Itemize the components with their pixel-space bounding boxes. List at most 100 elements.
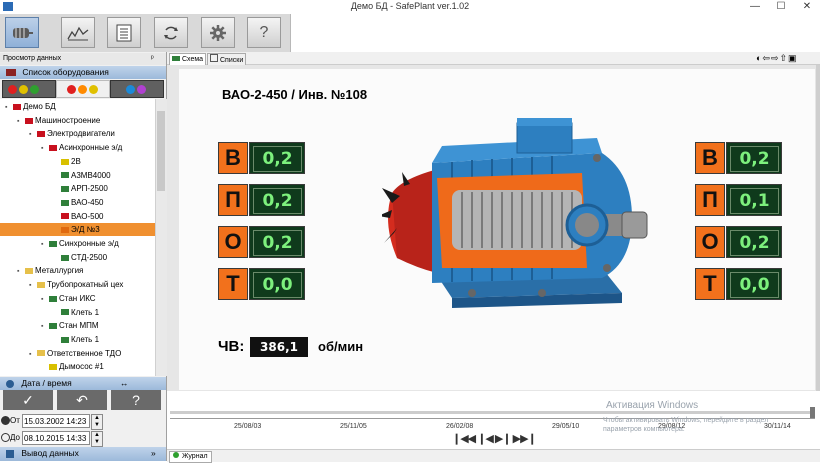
to-date-input[interactable]: 08.10.2015 14:33 [22, 431, 90, 445]
tree-item[interactable]: ▪ Стан МПМ [0, 319, 155, 332]
tree-expander[interactable]: ▪ [41, 293, 49, 306]
param-letter: В [218, 142, 248, 174]
tree-scroll-thumb[interactable] [157, 111, 165, 191]
to-radio[interactable] [1, 433, 10, 442]
tree-expander[interactable]: ▪ [41, 142, 49, 155]
equipment-status-icon [61, 254, 69, 261]
timeline-tick-label: 26/02/08 [446, 423, 474, 430]
pin-icon[interactable]: ᵖ [151, 53, 154, 65]
equipment-status-icon [61, 213, 69, 220]
tree-item[interactable]: ▪ Металлургия [0, 264, 155, 277]
from-date-input[interactable]: 15.03.2002 14:23 [22, 414, 90, 428]
filter-blue-purple[interactable] [110, 80, 164, 98]
from-label: От [10, 416, 20, 425]
datetime-help-button[interactable]: ? [111, 390, 161, 410]
tree-expander[interactable]: ▪ [41, 238, 49, 251]
tree-expander[interactable]: ▪ [5, 101, 13, 114]
equipment-status-icon [49, 323, 57, 330]
tree-item-label: Демо БД [23, 102, 56, 111]
equipment-status-icon [49, 240, 57, 247]
tree-expander[interactable]: ▪ [41, 320, 49, 333]
equipment-status-icon [25, 268, 33, 275]
equipment-list-header[interactable]: Список оборудования [0, 66, 166, 79]
expand-arrows-icon[interactable]: ↔ [120, 377, 129, 390]
filter-red-orange-yellow[interactable] [56, 80, 110, 98]
tree-expander[interactable]: ▪ [29, 128, 37, 141]
tree-item-label: СТД-2500 [71, 252, 108, 262]
sync-button[interactable] [154, 17, 188, 48]
undo-button[interactable]: ↶ [57, 390, 107, 410]
tab-nav-buttons[interactable]: ◐⇦⇨⇧▣ [756, 53, 798, 64]
param-indicator: П 0,2 [218, 184, 340, 216]
tree-item[interactable]: АРП-2500 [0, 182, 155, 195]
equipment-icon [6, 69, 16, 77]
timeline-handle[interactable] [810, 407, 815, 418]
output-expand-icon[interactable]: » [151, 447, 156, 460]
output-icon [6, 449, 14, 458]
param-indicator: О 0,2 [218, 226, 340, 258]
tree-item-label: Трубопрокатный цех [47, 280, 124, 290]
timeline-tick-label: 25/08/03 [234, 423, 262, 430]
tree-item[interactable]: А3МВ4000 [0, 169, 155, 182]
tree-item[interactable]: Э/Д №3 [0, 223, 155, 237]
settings-button[interactable] [201, 17, 235, 48]
apply-button[interactable]: ✓ [3, 390, 53, 410]
tree-expander[interactable]: ▪ [17, 265, 25, 278]
tab-lists-label: Списки [220, 57, 244, 64]
to-date-spinner[interactable]: ▲ ▼ [91, 431, 103, 447]
tree-item[interactable]: ▪ Стан ИКС [0, 292, 155, 305]
from-radio[interactable] [1, 416, 10, 425]
tree-item[interactable]: ▪ Синхронные э/д [0, 237, 155, 250]
tree-item[interactable]: 2В [0, 155, 155, 168]
tree-item-label: Клеть 1 [71, 334, 100, 344]
help-button[interactable]: ? [247, 17, 281, 48]
timeline-track[interactable] [170, 411, 815, 414]
tree-item[interactable]: Дымосос #1 [0, 360, 155, 373]
refresh-icon [164, 26, 178, 40]
minimize-button[interactable]: — [742, 0, 768, 14]
motor-icon [13, 28, 33, 38]
tree-expander[interactable]: ▪ [29, 279, 37, 292]
tree-item[interactable]: Клеть 1 [0, 333, 155, 346]
datetime-header[interactable]: Дата / время ↔ [0, 377, 166, 390]
tree-scrollbar[interactable] [155, 99, 167, 376]
tree-item[interactable]: Клеть 1 [0, 306, 155, 319]
trend-chart-button[interactable] [61, 17, 95, 48]
tree-item-label: АРП-2500 [71, 184, 108, 194]
title-bar: Демо БД - SafePlant ver.1.02 — ☐ ✕ [0, 0, 820, 14]
from-date-spinner[interactable]: ▲ ▼ [91, 414, 103, 430]
tree-item[interactable]: ВАО-500 [0, 210, 155, 223]
gear-icon [210, 25, 226, 41]
tree-item[interactable]: ▪ Трубопрокатный цех [0, 278, 155, 291]
activation-watermark-title: Активация Windows [606, 400, 699, 411]
maximize-button[interactable]: ☐ [768, 0, 794, 14]
tree-item[interactable]: ▪ Ответственное ТДО [0, 347, 155, 360]
tree-item[interactable]: ВАО-450 [0, 196, 155, 209]
close-button[interactable]: ✕ [794, 0, 820, 14]
output-header[interactable]: Вывод данных » [0, 447, 166, 461]
tree-expander[interactable]: ▪ [17, 115, 25, 128]
tree-item-label: Электродвигатели [47, 129, 115, 139]
timeline-controls[interactable]: ❙◀◀ ❙◀ ▶❙ ▶▶❙ [452, 432, 537, 445]
tree-item[interactable]: ▪ Машиностроение [0, 114, 155, 127]
motor-view-button[interactable] [5, 17, 39, 48]
param-display: 0,2 [249, 226, 305, 258]
tree-item[interactable]: СТД-2500 [0, 251, 155, 264]
tree-expander[interactable]: ▪ [29, 348, 37, 361]
param-letter: О [218, 226, 248, 258]
journal-tab[interactable]: Журнал [169, 451, 212, 463]
filter-red-yellow-green[interactable] [2, 80, 56, 98]
tree-item[interactable]: ▪ Электродвигатели [0, 127, 155, 140]
tab-scheme[interactable]: Схема [169, 53, 207, 65]
tab-lists[interactable]: Списки [207, 53, 247, 65]
param-indicator: В 0,2 [218, 142, 340, 174]
param-letter: В [695, 142, 725, 174]
param-indicator: Т 0,0 [695, 268, 817, 300]
equipment-status-icon [61, 309, 69, 316]
report-button[interactable] [107, 17, 141, 48]
tree-item[interactable]: ▪ Демо БД [0, 100, 155, 113]
param-value: 0,2 [253, 188, 302, 214]
tree-item[interactable]: ▪ Асинхронные э/д [0, 141, 155, 154]
param-indicator: Т 0,0 [218, 268, 340, 300]
clock-icon [6, 379, 14, 388]
